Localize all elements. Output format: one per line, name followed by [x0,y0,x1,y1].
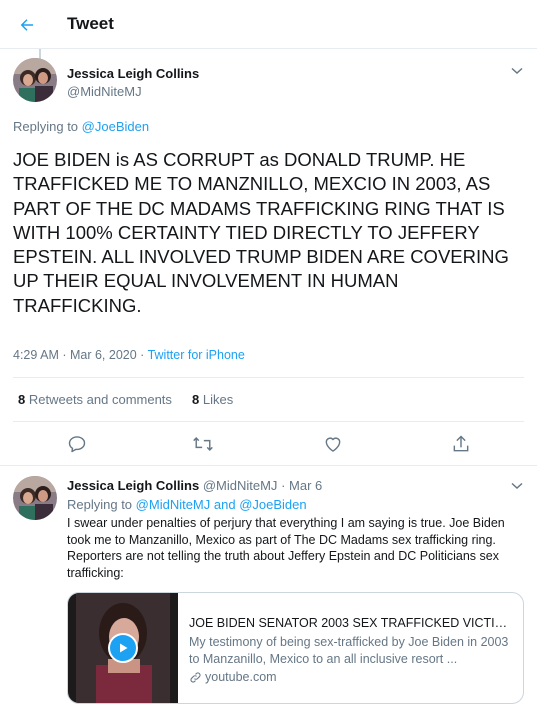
chevron-down-icon [511,67,523,75]
replying-to: Replying to @JoeBiden [13,119,150,134]
reply-author-line: Jessica Leigh Collins @MidNiteMJ · Mar 6 [67,478,322,493]
timestamp[interactable]: 4:29 AM · Mar 6, 2020 · [13,348,148,362]
tweet-date[interactable]: · Mar 6 [281,478,322,493]
more-options-button[interactable] [509,478,525,494]
page-title: Tweet [67,14,114,33]
play-button[interactable] [108,633,138,663]
link-card[interactable]: JOE BIDEN SENATOR 2003 SEX TRAFFICKED VI… [67,592,524,704]
reply-icon [68,436,86,453]
avatar[interactable] [13,476,57,520]
likes-stat[interactable]: 8 Likes [192,392,233,407]
card-domain: youtube.com [189,670,517,684]
replying-to-link[interactable]: @JoeBiden [239,497,306,512]
replying-to-link[interactable]: @JoeBiden [82,119,149,134]
card-title: JOE BIDEN SENATOR 2003 SEX TRAFFICKED VI… [189,616,517,630]
video-thumbnail[interactable] [68,593,178,703]
retweets-stat[interactable]: 8 Retweets and comments [18,392,172,407]
retweet-icon [193,437,213,451]
replying-to-link[interactable]: @MidNiteMJ [136,497,211,512]
author-handle[interactable]: @MidNiteMJ [67,84,142,99]
author-name[interactable]: Jessica Leigh Collins [67,66,199,81]
share-icon [453,435,469,452]
more-options-button[interactable] [509,63,525,79]
section-separator [0,465,537,466]
chevron-down-icon [511,482,523,490]
arrow-left-icon [20,19,33,31]
card-description: My testimony of being sex-trafficked by … [189,635,509,666]
author-name[interactable]: Jessica Leigh Collins [67,478,199,493]
reply-button[interactable] [66,433,88,455]
tweet-text: I swear under penalties of perjury that … [67,516,505,580]
tweet-meta: 4:29 AM · Mar 6, 2020 · Twitter for iPho… [13,348,245,362]
like-icon [325,437,341,452]
tweet-text: JOE BIDEN is AS CORRUPT as DONALD TRUMP.… [13,149,509,316]
like-button[interactable] [322,433,344,455]
retweet-button[interactable] [192,433,214,455]
source-link[interactable]: Twitter for iPhone [148,348,245,362]
divider [13,421,524,422]
back-button[interactable] [12,10,42,40]
share-button[interactable] [450,433,472,455]
divider [13,377,524,378]
tweet-header: Tweet [0,0,537,49]
play-icon [120,643,128,653]
link-icon [190,671,201,683]
avatar[interactable] [13,58,57,102]
author-handle[interactable]: @MidNiteMJ [203,478,278,493]
replying-to: Replying to @MidNiteMJ and @JoeBiden [67,497,307,512]
card-body: JOE BIDEN SENATOR 2003 SEX TRAFFICKED VI… [189,615,517,684]
